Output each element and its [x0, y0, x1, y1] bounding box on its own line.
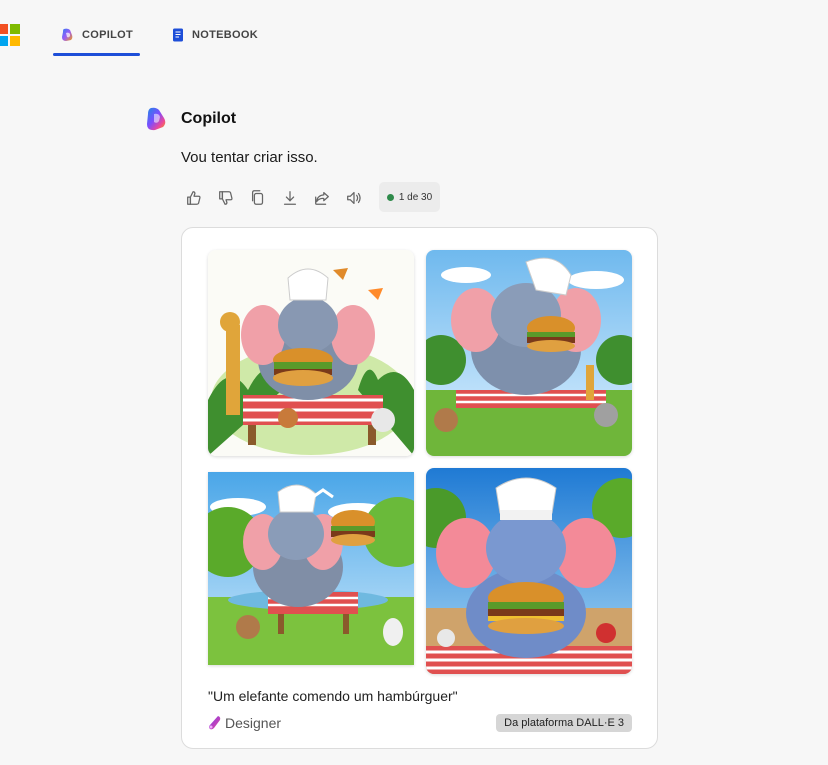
- designer-icon: [209, 716, 221, 730]
- copilot-avatar-icon: [147, 107, 166, 131]
- bot-message-text: Vou tentar criar isso.: [181, 149, 318, 166]
- copy-icon[interactable]: [248, 188, 268, 208]
- generated-image-1[interactable]: [208, 250, 414, 456]
- image-prompt-text: "Um elefante comendo um hambúrguer": [208, 688, 458, 704]
- download-icon[interactable]: [280, 188, 300, 208]
- bot-name: Copilot: [181, 110, 237, 127]
- message-actions: [184, 183, 376, 213]
- tab-notebook[interactable]: NOTEBOOK: [170, 26, 258, 56]
- speaker-icon[interactable]: [344, 188, 364, 208]
- tab-copilot[interactable]: COPILOT: [53, 26, 140, 56]
- platform-badge: Da plataforma DALL·E 3: [496, 714, 632, 732]
- response-counter-text: 1 de 30: [398, 191, 433, 203]
- generated-image-2[interactable]: [426, 250, 632, 456]
- tab-label: NOTEBOOK: [192, 29, 258, 41]
- response-counter: 1 de 30: [379, 182, 440, 212]
- microsoft-logo-icon[interactable]: [0, 24, 20, 46]
- active-tab-indicator: [53, 53, 140, 56]
- notebook-icon: [173, 28, 183, 42]
- designer-link[interactable]: Designer: [208, 715, 281, 731]
- thumbs-up-icon[interactable]: [184, 188, 204, 208]
- status-dot: [386, 193, 394, 201]
- generated-image-4[interactable]: [426, 468, 632, 674]
- share-icon[interactable]: [312, 188, 332, 208]
- thumbs-down-icon[interactable]: [216, 188, 236, 208]
- generated-image-3[interactable]: [208, 472, 414, 665]
- tab-label: COPILOT: [82, 29, 133, 41]
- copilot-icon: [62, 28, 73, 41]
- image-result-card: "Um elefante comendo um hambúrguer" Desi…: [181, 227, 658, 749]
- designer-label: Designer: [225, 715, 282, 731]
